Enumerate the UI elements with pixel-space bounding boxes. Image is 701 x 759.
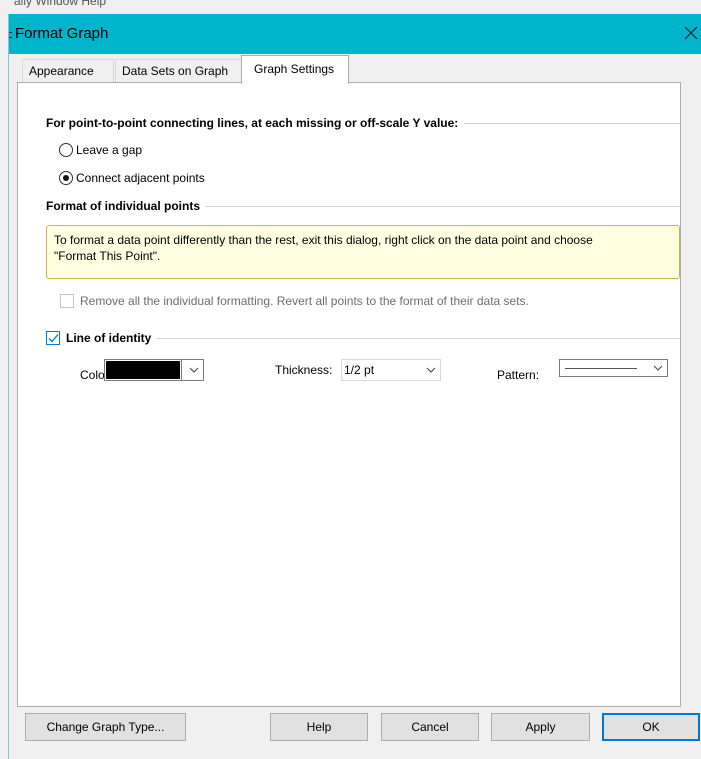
group-divider: [206, 205, 680, 207]
radio-label: Leave a gap: [76, 143, 143, 157]
chevron-down-icon[interactable]: [649, 360, 667, 376]
radio-connect-adjacent[interactable]: Connect adjacent points: [59, 171, 205, 185]
change-graph-type-button[interactable]: Change Graph Type...: [25, 713, 186, 741]
cancel-button[interactable]: Cancel: [381, 713, 479, 741]
button-label: OK: [642, 720, 660, 734]
thickness-value: 1/2 pt: [344, 363, 375, 377]
help-button[interactable]: Help: [270, 713, 368, 741]
pattern-dropdown[interactable]: [559, 359, 668, 377]
dialog-titlebar[interactable]: Format Graph: [9, 14, 701, 54]
line-of-identity-checkbox[interactable]: [46, 331, 60, 345]
tab-data-sets-on-graph[interactable]: Data Sets on Graph: [115, 59, 242, 83]
ok-button[interactable]: OK: [602, 713, 700, 741]
info-note: To format a data point differently than …: [46, 225, 680, 279]
remove-formatting-label: Remove all the individual formatting. Re…: [80, 294, 529, 308]
system-menu-icon[interactable]: [9, 32, 12, 38]
radio-button[interactable]: [59, 171, 73, 185]
pattern-label: Pattern:: [497, 368, 540, 382]
color-dropdown[interactable]: [104, 359, 204, 381]
remove-formatting-checkbox-row: Remove all the individual formatting. Re…: [60, 294, 529, 308]
group-divider: [157, 337, 680, 339]
dialog-title: Format Graph: [15, 25, 109, 42]
color-swatch: [106, 361, 180, 379]
radio-label: Connect adjacent points: [76, 171, 205, 185]
remove-formatting-checkbox: [60, 294, 74, 308]
tab-label: Appearance: [29, 64, 94, 78]
thickness-label: Thickness:: [275, 363, 333, 377]
group-divider: [464, 122, 680, 124]
button-label: Change Graph Type...: [46, 720, 165, 734]
line-of-identity-label: Line of identity: [66, 331, 152, 345]
connecting-lines-header-text: For point-to-point connecting lines, at …: [46, 116, 459, 130]
button-label: Help: [306, 720, 332, 734]
individual-points-header: Format of individual points: [46, 199, 680, 213]
connecting-lines-header: For point-to-point connecting lines, at …: [46, 116, 680, 130]
tab-appearance[interactable]: Appearance: [22, 59, 114, 83]
chevron-down-icon[interactable]: [185, 360, 203, 380]
radio-leave-gap[interactable]: Leave a gap: [59, 143, 142, 157]
combo-divider: [181, 360, 182, 380]
button-label: Apply: [525, 720, 556, 734]
chevron-down-icon[interactable]: [422, 360, 440, 380]
graph-settings-panel: For point-to-point connecting lines, at …: [17, 82, 681, 707]
close-icon[interactable]: [681, 14, 701, 54]
thickness-dropdown[interactable]: 1/2 pt: [341, 359, 441, 381]
radio-button[interactable]: [59, 143, 73, 157]
tab-label: Graph Settings: [254, 62, 335, 76]
tab-graph-settings[interactable]: Graph Settings: [241, 55, 349, 84]
tab-label: Data Sets on Graph: [122, 64, 229, 78]
button-label: Cancel: [411, 720, 449, 734]
background-menu-bar: ally Window Help: [0, 0, 701, 14]
info-note-line-2: "Format This Point".: [54, 249, 161, 263]
apply-button[interactable]: Apply: [491, 713, 590, 741]
background-menu-text: ally Window Help: [14, 0, 107, 8]
individual-points-header-text: Format of individual points: [46, 199, 200, 213]
checkmark-icon: [48, 334, 59, 343]
info-note-line-1: To format a data point differently than …: [54, 233, 593, 247]
pattern-preview: [565, 368, 637, 369]
line-of-identity-row[interactable]: Line of identity: [46, 331, 680, 345]
